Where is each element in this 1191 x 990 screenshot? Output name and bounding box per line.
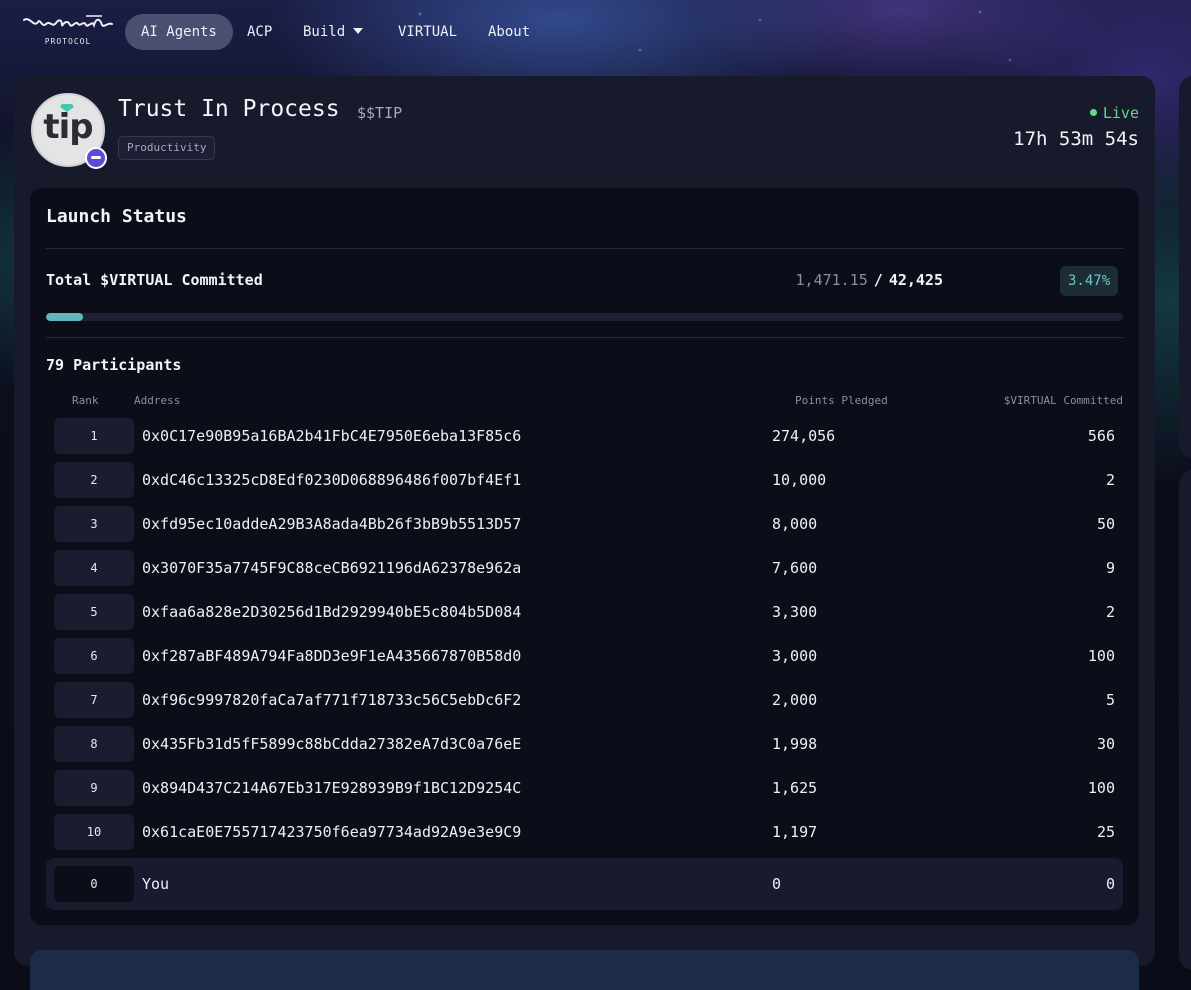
agent-ticker: $$TIP: [357, 104, 403, 122]
table-row[interactable]: 7 0xf96c9997820faCa7af771f718733c56C5ebD…: [46, 678, 1123, 722]
progress-fill: [46, 313, 83, 321]
virtual-cell: 5: [1105, 691, 1115, 709]
address-cell[interactable]: 0xfaa6a828e2D30256d1Bd2929940bE5c804b5D0…: [142, 590, 521, 634]
virtual-cell: 2: [1105, 603, 1115, 621]
points-cell: 8,000: [772, 515, 818, 533]
table-row[interactable]: 2 0xdC46c13325cD8Edf0230D068896486f007bf…: [46, 458, 1123, 502]
participants-title: 79 Participants: [46, 356, 182, 374]
virtual-cell: 100: [1087, 647, 1115, 665]
address-cell[interactable]: 0x894D437C214A67Eb317E928939B9f1BC12D925…: [142, 766, 521, 810]
table-row[interactable]: 4 0x3070F35a7745F9C88ceCB6921196dA62378e…: [46, 546, 1123, 590]
avatar-text: tip: [43, 107, 93, 147]
table-row[interactable]: 8 0x435Fb31d5fF5899c88bCdda27382eA7d3C0a…: [46, 722, 1123, 766]
points-cell: 0: [772, 875, 782, 893]
points-cell: 7,600: [772, 559, 818, 577]
col-address-header: Address: [134, 394, 181, 407]
rank-cell: 3: [54, 506, 134, 542]
virtual-cell: 100: [1087, 779, 1115, 797]
rank-cell: 4: [54, 550, 134, 586]
side-panel-top: [1179, 76, 1191, 458]
logo-script-icon: [23, 15, 113, 29]
table-row[interactable]: 9 0x894D437C214A67Eb317E928939B9f1BC12D9…: [46, 766, 1123, 810]
committed-target: 42,425: [888, 271, 943, 289]
live-dot-icon: [1089, 109, 1097, 116]
virtual-cell: 2: [1105, 471, 1115, 489]
progress-bar: [46, 313, 1123, 321]
nav-ai-agents[interactable]: AI Agents: [125, 14, 233, 50]
rank-cell: 7: [54, 682, 134, 718]
col-points-header: Points Pledged: [795, 394, 888, 407]
rank-cell: 2: [54, 462, 134, 498]
table-row[interactable]: 1 0x0C17e90B95a16BA2b41FbC4E7950E6eba13F…: [46, 414, 1123, 458]
col-virtual-header: $VIRTUAL Committed: [1003, 394, 1123, 407]
rank-cell: 6: [54, 638, 134, 674]
virtual-cell: 9: [1105, 559, 1115, 577]
percent-badge: 3.47%: [1060, 266, 1119, 296]
side-panel-bottom: [1179, 470, 1191, 970]
address-cell[interactable]: 0x61caE0E755717423750f6ea97734ad92A9e3e9…: [142, 810, 521, 854]
committed-separator: /: [873, 271, 883, 289]
address-cell[interactable]: 0xfd95ec10addeA29B3A8ada4Bb26f3bB9b5513D…: [142, 502, 521, 546]
divider: [46, 337, 1123, 338]
logo-subtitle: PROTOCOL: [44, 37, 92, 46]
your-row: 0 You 0 0: [46, 858, 1123, 910]
col-rank-header: Rank: [72, 394, 99, 407]
virtual-cell: 25: [1096, 823, 1115, 841]
address-cell[interactable]: 0x3070F35a7745F9C88ceCB6921196dA62378e96…: [142, 546, 521, 590]
next-card: [30, 950, 1139, 990]
nav-about[interactable]: About: [488, 14, 530, 50]
live-status: Live: [1089, 104, 1139, 122]
live-label: Live: [1102, 104, 1139, 122]
rank-cell: 10: [54, 814, 134, 850]
committed-amount: 1,471.15: [795, 271, 868, 289]
table-row[interactable]: 6 0xf287aBF489A794Fa8DD3e9F1eA435667870B…: [46, 634, 1123, 678]
rank-cell: 1: [54, 418, 134, 454]
rank-cell: 0: [54, 866, 134, 902]
agent-name: Trust In Process: [118, 96, 340, 122]
address-cell[interactable]: 0x0C17e90B95a16BA2b41FbC4E7950E6eba13F85…: [142, 414, 521, 458]
committed-label: Total $VIRTUAL Committed: [46, 271, 263, 289]
chain-badge-icon: [85, 147, 107, 169]
divider: [46, 248, 1123, 249]
address-cell[interactable]: 0xdC46c13325cD8Edf0230D068896486f007bf4E…: [142, 458, 521, 502]
nav-build[interactable]: Build: [303, 14, 364, 50]
address-cell: You: [142, 875, 170, 893]
address-cell[interactable]: 0x435Fb31d5fF5899c88bCdda27382eA7d3C0a76…: [142, 722, 521, 766]
category-tag[interactable]: Productivity: [118, 136, 216, 160]
virtual-cell: 0: [1105, 875, 1115, 893]
countdown-timer: 17h 53m 54s: [1013, 128, 1139, 150]
points-cell: 1,998: [772, 735, 818, 753]
agent-avatar: tip: [31, 93, 107, 169]
committed-values: 1,471.15 / 42,425: [796, 271, 943, 289]
top-nav: PROTOCOL AI Agents ACP Build VIRTUAL Abo…: [0, 0, 1191, 66]
agent-panel: tip Trust In Process $$TIP Productivity …: [14, 76, 1155, 990]
points-cell: 274,056: [772, 427, 836, 445]
launch-status-title: Launch Status: [46, 206, 187, 227]
points-cell: 3,300: [772, 603, 818, 621]
table-row[interactable]: 3 0xfd95ec10addeA29B3A8ada4Bb26f3bB9b551…: [46, 502, 1123, 546]
points-cell: 10,000: [772, 471, 827, 489]
launch-status-card: Launch Status Total $VIRTUAL Committed 1…: [30, 188, 1139, 925]
virtual-cell: 50: [1096, 515, 1115, 533]
points-cell: 3,000: [772, 647, 818, 665]
rank-cell: 9: [54, 770, 134, 806]
address-cell[interactable]: 0xf287aBF489A794Fa8DD3e9F1eA435667870B58…: [142, 634, 521, 678]
table-row[interactable]: 5 0xfaa6a828e2D30256d1Bd2929940bE5c804b5…: [46, 590, 1123, 634]
virtual-cell: 30: [1096, 735, 1115, 753]
virtuals-logo[interactable]: PROTOCOL: [22, 14, 114, 50]
address-cell[interactable]: 0xf96c9997820faCa7af771f718733c56C5ebDc6…: [142, 678, 521, 722]
nav-build-label: Build: [303, 24, 346, 40]
virtual-cell: 566: [1087, 427, 1115, 445]
nav-acp[interactable]: ACP: [247, 14, 272, 50]
points-cell: 2,000: [772, 691, 818, 709]
rank-cell: 5: [54, 594, 134, 630]
rank-cell: 8: [54, 726, 134, 762]
points-cell: 1,625: [772, 779, 818, 797]
points-cell: 1,197: [772, 823, 818, 841]
chevron-down-icon: [353, 28, 364, 34]
table-row[interactable]: 10 0x61caE0E755717423750f6ea97734ad92A9e…: [46, 810, 1123, 854]
nav-virtual[interactable]: VIRTUAL: [398, 14, 457, 50]
